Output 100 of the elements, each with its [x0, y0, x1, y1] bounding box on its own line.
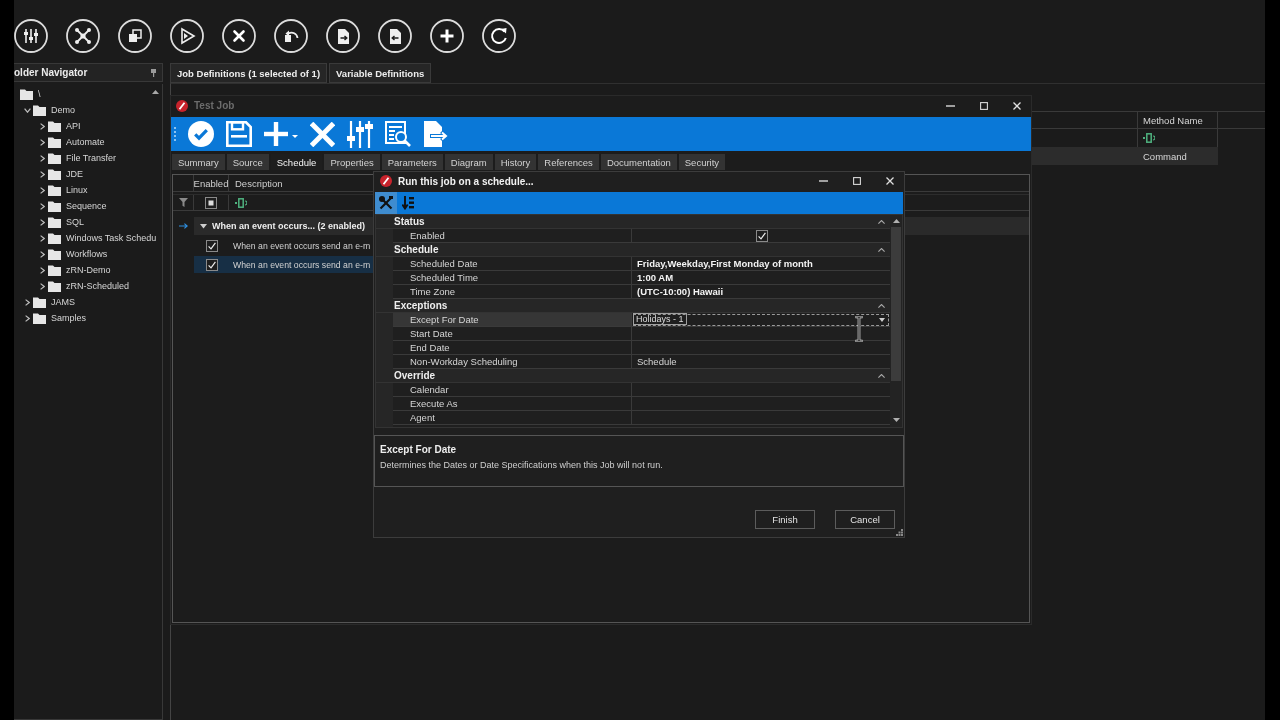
property-label[interactable]: Calendar	[393, 383, 632, 397]
caret-right-icon[interactable]	[40, 138, 45, 146]
tree-item[interactable]: SQL	[66, 217, 84, 227]
tree-item[interactable]: API	[66, 121, 81, 131]
column-header[interactable]: Method Name	[1137, 112, 1218, 128]
caret-right-icon[interactable]	[40, 202, 45, 210]
tree-item[interactable]: JAMS	[51, 297, 75, 307]
checkbox[interactable]	[756, 229, 768, 242]
brackets-icon[interactable]	[235, 197, 247, 208]
caret-down-icon[interactable]	[24, 107, 31, 113]
tab[interactable]: Summary	[172, 154, 225, 170]
plus-icon[interactable]	[430, 19, 464, 53]
property-label[interactable]: Start Date	[393, 327, 632, 341]
tab[interactable]: Source	[226, 154, 269, 170]
grid-row[interactable]: When an event occurs send an e-m	[194, 256, 373, 273]
column-header[interactable]: Enabled	[194, 175, 229, 191]
tree-item[interactable]: JDE	[66, 169, 83, 179]
chevron-up-icon[interactable]	[878, 219, 885, 224]
caret-right-icon[interactable]	[25, 298, 30, 306]
caret-right-icon[interactable]	[40, 170, 45, 178]
tree-item[interactable]: Windows Task Schedu	[66, 233, 157, 243]
tree-item[interactable]: Samples	[51, 313, 86, 323]
folder-icon	[20, 88, 33, 100]
scrollbar-thumb[interactable]	[891, 227, 901, 381]
caret-right-icon[interactable]	[40, 266, 45, 274]
check-circle-icon[interactable]	[188, 121, 214, 147]
pin-icon[interactable]	[151, 68, 156, 77]
copy-icon[interactable]	[118, 19, 152, 53]
scroll-up-icon[interactable]	[152, 90, 159, 94]
save-icon[interactable]	[226, 121, 252, 147]
property-label[interactable]: Execute As	[393, 397, 632, 411]
tree-item[interactable]: zRN-Scheduled	[66, 281, 130, 291]
filter-icon[interactable]	[178, 198, 188, 207]
chevron-up-icon[interactable]	[878, 373, 885, 378]
folder-icon	[33, 296, 46, 308]
dialog-button[interactable]: Cancel	[835, 510, 895, 529]
property-label[interactable]: Except For Date	[393, 313, 632, 327]
property-label[interactable]: Scheduled Time	[393, 271, 632, 285]
caret-down-icon[interactable]	[879, 317, 885, 322]
checkbox[interactable]	[205, 258, 218, 271]
tab[interactable]: Diagram	[444, 154, 493, 170]
tab[interactable]: Security	[678, 154, 726, 170]
maximize-icon[interactable]	[853, 177, 861, 185]
tab[interactable]: References	[538, 154, 599, 170]
property-label[interactable]: End Date	[393, 341, 632, 355]
sliders-icon[interactable]	[347, 120, 373, 148]
resize-grip-icon[interactable]	[896, 529, 903, 536]
minimize-icon[interactable]	[946, 104, 955, 107]
tree-item[interactable]: Automate	[66, 137, 105, 147]
dialog-button[interactable]: Finish	[755, 510, 815, 529]
scroll-up-icon[interactable]	[892, 219, 900, 223]
chevron-up-icon[interactable]	[878, 303, 885, 308]
tree-item[interactable]: Sequence	[66, 201, 107, 211]
caret-right-icon[interactable]	[40, 250, 45, 258]
tab[interactable]: Properties	[324, 154, 380, 170]
property-value[interactable]: Friday,Weekday,First Monday of month	[632, 257, 890, 271]
checkbox[interactable]	[205, 196, 217, 209]
close-icon[interactable]	[886, 177, 894, 185]
tree-item[interactable]: Linux	[66, 185, 88, 195]
close-icon[interactable]	[1013, 101, 1021, 110]
caret-right-icon[interactable]	[25, 314, 30, 322]
tab[interactable]: Documentation	[600, 154, 677, 170]
caret-right-icon[interactable]	[40, 282, 45, 290]
tree-item[interactable]: Workflows	[66, 249, 108, 259]
nodes-icon[interactable]	[66, 19, 100, 53]
scroll-down-icon[interactable]	[892, 418, 900, 422]
sliders-icon[interactable]	[14, 19, 48, 53]
help-text: Determines the Dates or Date Specifications when this Job will not run.	[380, 460, 664, 470]
category-label: Override	[394, 370, 436, 381]
refresh-icon[interactable]	[482, 19, 516, 53]
tree-item[interactable]: \	[38, 89, 41, 99]
column-header[interactable]: Description	[229, 175, 283, 191]
chevron-up-icon[interactable]	[878, 247, 885, 252]
tree-item[interactable]: zRN-Demo	[66, 265, 111, 275]
sort-icon[interactable]	[402, 196, 414, 210]
brackets-icon[interactable]	[1143, 133, 1155, 143]
play-icon[interactable]	[170, 19, 204, 53]
tab[interactable]: Job Definitions (1 selected of 1)	[170, 63, 328, 83]
grid-row[interactable]: When an event occurs send an e-m	[194, 237, 373, 254]
caret-right-icon[interactable]	[40, 122, 45, 130]
dropdown-field[interactable]: Holidays - 1	[633, 313, 889, 326]
tree-item[interactable]: Demo	[51, 105, 75, 115]
tree-item[interactable]: File Transfer	[66, 153, 116, 163]
checkbox[interactable]	[205, 239, 218, 252]
document-search-icon[interactable]	[385, 121, 411, 147]
tab[interactable]: Parameters	[381, 154, 443, 170]
logo-icon	[380, 175, 392, 187]
property-value[interactable]: 1:00 AM	[632, 271, 890, 285]
caret-right-icon[interactable]	[40, 186, 45, 194]
tab[interactable]: Variable Definitions	[329, 63, 432, 83]
caret-right-icon[interactable]	[40, 154, 45, 162]
tab[interactable]: History	[494, 154, 537, 170]
property-label[interactable]: Agent	[393, 411, 632, 425]
caret-right-icon[interactable]	[40, 234, 45, 242]
caret-right-icon[interactable]	[40, 218, 45, 226]
maximize-icon[interactable]	[980, 101, 988, 110]
cross-icon[interactable]	[222, 19, 256, 53]
caret-down-icon[interactable]	[200, 223, 207, 229]
property-label[interactable]: Scheduled Date	[393, 257, 632, 271]
grid-row[interactable]: Command	[1032, 147, 1218, 165]
